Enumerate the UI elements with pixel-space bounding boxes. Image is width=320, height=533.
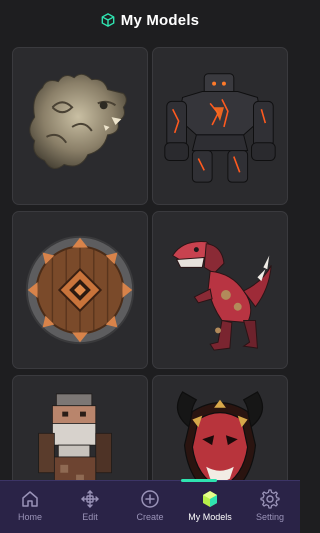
page-title: My Models	[120, 11, 200, 29]
gear-icon	[260, 489, 280, 509]
model-thumbnail	[164, 73, 276, 183]
tab-label: My Models	[188, 512, 232, 522]
model-card-mech-dinosaur[interactable]	[152, 211, 288, 369]
model-thumbnail	[172, 241, 272, 351]
tab-label: Setting	[255, 512, 285, 522]
model-thumbnail	[25, 235, 135, 345]
active-tab-indicator	[181, 479, 217, 482]
model-thumbnail	[29, 73, 127, 169]
model-card-lava-golem[interactable]	[152, 47, 288, 205]
tab-home[interactable]: Home	[0, 481, 60, 533]
tab-create[interactable]: Create	[120, 481, 180, 533]
tab-label: Home	[17, 512, 42, 522]
tab-edit[interactable]: Edit	[60, 481, 120, 533]
bottom-tab-bar: Home Edit Create My Models Setting	[0, 479, 300, 533]
tab-my-models[interactable]: My Models	[180, 481, 240, 533]
home-icon	[22, 491, 38, 507]
plus-circle-icon	[141, 490, 159, 508]
cube-icon	[101, 13, 115, 27]
cube-icon	[203, 491, 217, 507]
move-arrows-icon	[81, 490, 99, 508]
tab-label: Create	[136, 512, 164, 522]
model-card-serpent-dragon[interactable]	[12, 47, 148, 205]
model-card-rune-shield[interactable]	[12, 211, 148, 369]
page-header: My Models	[0, 0, 300, 40]
models-grid	[12, 47, 288, 533]
tab-label: Edit	[82, 512, 98, 522]
tab-setting[interactable]: Setting	[240, 481, 300, 533]
